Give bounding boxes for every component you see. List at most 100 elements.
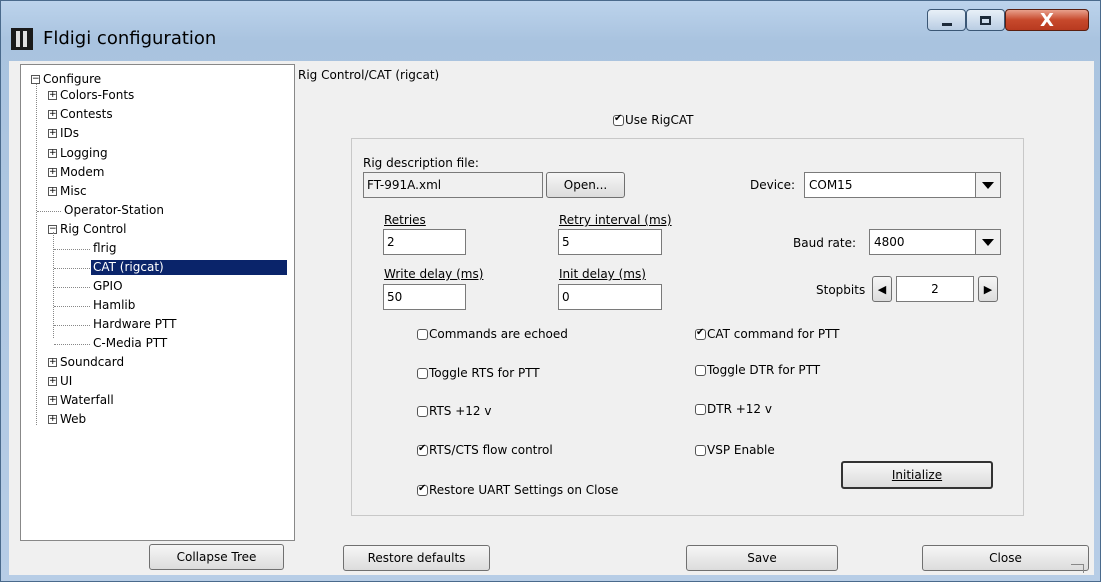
arrow-right-icon: ▶ [983, 282, 993, 296]
open-button[interactable]: Open... [546, 172, 625, 198]
config-tree[interactable]: − Configure + Colors-Fonts + Contests + IDs … [20, 64, 295, 541]
expand-icon[interactable]: + [48, 377, 57, 386]
vsp-enable-checkbox[interactable]: VSP Enable [695, 443, 775, 457]
tree-item-hamlib[interactable]: Hamlib [93, 298, 135, 313]
expand-icon[interactable]: + [48, 187, 57, 196]
expand-icon[interactable]: + [48, 91, 57, 100]
expand-icon[interactable]: + [48, 129, 57, 138]
checkbox-checked-icon [613, 113, 624, 126]
stopbits-decrease-button[interactable]: ◀ [872, 276, 892, 302]
checkbox-icon [417, 367, 428, 379]
collapse-icon[interactable]: − [31, 75, 40, 84]
tree-connector [54, 249, 90, 250]
checkbox-checked-icon [695, 327, 706, 340]
checkbox-icon [695, 444, 706, 456]
cat-ptt-checkbox[interactable]: CAT command for PTT [695, 327, 840, 341]
tree-item-flrig[interactable]: flrig [93, 241, 116, 256]
minimize-icon [941, 22, 952, 26]
toggle-dtr-checkbox[interactable]: Toggle DTR for PTT [695, 363, 820, 377]
tree-item-gpio[interactable]: GPIO [93, 279, 123, 294]
panel-title: Rig Control/CAT (rigcat) [298, 68, 440, 82]
fldigi-app-icon [11, 28, 33, 50]
stopbits-field[interactable]: 2 [896, 276, 974, 302]
title-bar[interactable]: Fldigi configuration X [1, 1, 1101, 61]
checkbox-icon [695, 403, 706, 415]
write-delay-field[interactable]: 50 [383, 284, 466, 310]
commands-echoed-checkbox[interactable]: Commands are echoed [417, 327, 568, 341]
tree-connector [37, 211, 61, 212]
tree-item-soundcard[interactable]: + Soundcard [48, 355, 124, 370]
tree-guide-line [53, 232, 54, 338]
tree-item-ids[interactable]: + IDs [48, 126, 79, 141]
tree-item-web[interactable]: + Web [48, 412, 86, 427]
expand-icon[interactable]: + [48, 358, 57, 367]
retries-field[interactable]: 2 [383, 229, 466, 255]
tree-item-waterfall[interactable]: + Waterfall [48, 393, 114, 408]
tree-connector [54, 287, 90, 288]
tree-item-logging[interactable]: + Logging [48, 146, 108, 161]
tree-item-cmedia-ptt[interactable]: C-Media PTT [93, 336, 167, 351]
dropdown-arrow-icon[interactable] [975, 230, 1000, 254]
maximize-icon [980, 15, 991, 25]
maximize-button[interactable] [966, 9, 1005, 31]
client-area: − Configure + Colors-Fonts + Contests + IDs … [9, 61, 1094, 575]
arrow-left-icon: ◀ [877, 282, 887, 296]
expand-icon[interactable]: + [48, 396, 57, 405]
use-rigcat-checkbox[interactable]: Use RigCAT [613, 113, 694, 127]
tree-item-hardware-ptt[interactable]: Hardware PTT [93, 317, 176, 332]
tree-connector [54, 344, 90, 345]
device-select[interactable]: COM15 [804, 172, 1001, 198]
rts-12v-checkbox[interactable]: RTS +12 v [417, 404, 491, 418]
tree-item-colors-fonts[interactable]: + Colors-Fonts [48, 88, 134, 103]
tree-connector [54, 268, 90, 269]
retry-interval-label: Retry interval (ms) [559, 213, 672, 227]
retries-label: Retries [384, 213, 426, 227]
tree-item-rig-control[interactable]: − Rig Control [48, 222, 126, 237]
device-label: Device: [750, 178, 796, 192]
close-window-button[interactable]: X [1005, 9, 1089, 31]
collapse-tree-button[interactable]: Collapse Tree [149, 544, 284, 570]
baud-rate-label: Baud rate: [793, 236, 857, 250]
window-title: Fldigi configuration [43, 28, 217, 49]
tree-guide-line [36, 80, 37, 425]
close-button[interactable]: Close [922, 545, 1089, 571]
rig-file-label: Rig description file: [363, 156, 479, 170]
close-icon: X [1040, 9, 1054, 31]
tree-item-modem[interactable]: + Modem [48, 165, 104, 180]
checkbox-checked-icon [417, 443, 428, 456]
resize-grip-icon[interactable] [1071, 564, 1084, 573]
restore-defaults-button[interactable]: Restore defaults [343, 545, 490, 571]
tree-item-misc[interactable]: + Misc [48, 184, 87, 199]
tree-item-configure[interactable]: − Configure [31, 72, 101, 87]
checkbox-icon [417, 328, 428, 340]
tree-item-ui[interactable]: + UI [48, 374, 72, 389]
tree-connector [54, 306, 90, 307]
expand-icon[interactable]: + [48, 168, 57, 177]
stopbits-label: Stopbits [816, 283, 866, 297]
rts-cts-checkbox[interactable]: RTS/CTS flow control [417, 443, 553, 457]
tree-item-cat-rigcat-selected[interactable]: CAT (rigcat) [91, 260, 287, 275]
tree-item-operator-station[interactable]: Operator-Station [64, 203, 164, 218]
dtr-12v-checkbox[interactable]: DTR +12 v [695, 402, 772, 416]
checkbox-checked-icon [417, 483, 428, 496]
expand-icon[interactable]: + [48, 110, 57, 119]
initialize-button[interactable]: Initialize [841, 461, 993, 489]
save-button[interactable]: Save [686, 545, 838, 571]
stopbits-increase-button[interactable]: ▶ [978, 276, 998, 302]
retry-interval-field[interactable]: 5 [558, 229, 662, 255]
init-delay-label: Init delay (ms) [559, 267, 646, 281]
expand-icon[interactable]: + [48, 149, 57, 158]
rig-file-field[interactable]: FT-991A.xml [363, 172, 543, 198]
toggle-rts-checkbox[interactable]: Toggle RTS for PTT [417, 366, 540, 380]
dropdown-arrow-icon[interactable] [975, 173, 1000, 197]
tree-item-contests[interactable]: + Contests [48, 107, 113, 122]
restore-uart-checkbox[interactable]: Restore UART Settings on Close [417, 483, 618, 497]
tree-connector [54, 325, 90, 326]
app-window: Fldigi configuration X − Configure + Color… [0, 0, 1101, 582]
checkbox-icon [695, 364, 706, 376]
minimize-button[interactable] [927, 9, 966, 31]
checkbox-icon [417, 405, 428, 417]
baud-rate-select[interactable]: 4800 [869, 229, 1001, 255]
init-delay-field[interactable]: 0 [558, 284, 662, 310]
expand-icon[interactable]: + [48, 415, 57, 424]
